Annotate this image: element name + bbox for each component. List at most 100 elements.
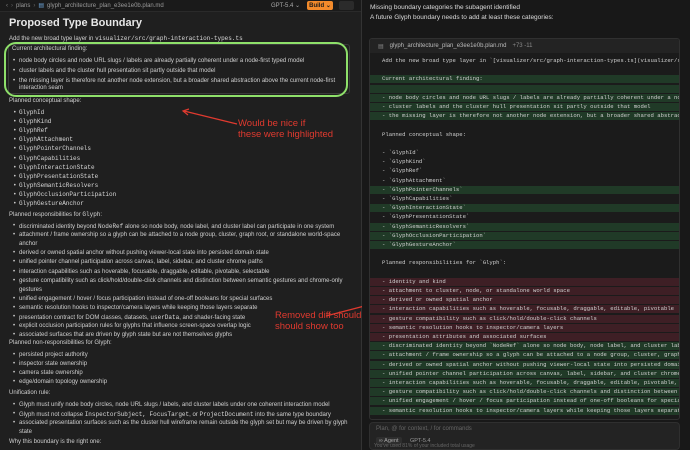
unification-text: into the same type boundary xyxy=(253,412,331,419)
responsibility-code: NodeRef xyxy=(98,223,124,230)
diff-line: Current architectural finding: xyxy=(370,75,679,84)
responsibility-item: presentation contract for DOM classes, d… xyxy=(13,314,246,322)
diff-line: - identity and kind xyxy=(370,277,679,286)
diff-line xyxy=(370,66,679,74)
responsibility-text: attachment / frame ownership so a glyph … xyxy=(19,232,341,239)
diff-line: - derived or owned spatial anchor xyxy=(370,296,679,305)
responsibility-item: derived or owned spatial anchor without … xyxy=(13,250,269,257)
responsibility-item: semantic resolution hooks to inspector/c… xyxy=(13,304,258,312)
diff-line xyxy=(370,269,679,277)
stop-button[interactable] xyxy=(339,1,354,10)
responsibility-text: explicit occlusion participation rules f… xyxy=(19,323,251,330)
diff-line: - gesture compatibility such as click/ho… xyxy=(370,388,679,397)
responsibility-text: gesture compatibility such as click/hold… xyxy=(19,277,343,284)
unification-item: Glyph must not collapse InspectorSubject… xyxy=(13,411,331,419)
responsibility-item: gestures xyxy=(19,287,42,294)
diff-line: - `GlyphCapabilities` xyxy=(382,195,453,202)
responsibility-item: attachment / frame ownership so a glyph … xyxy=(13,232,341,239)
resp-heading-text: Planned responsibilities for xyxy=(9,212,81,218)
annotation-line: should show too xyxy=(275,321,344,332)
unification-item: Glyph must unify node body circles, node… xyxy=(13,402,330,409)
chevron-left-icon[interactable]: ‹ xyxy=(6,3,8,9)
usage-note: You've used 81% of your included total u… xyxy=(374,443,475,449)
responsibility-text: presentation contract for DOM classes, d… xyxy=(19,315,151,321)
breadcrumb-filename[interactable]: glyph_architecture_plan_e3ee1e0b.plan.md xyxy=(47,3,164,9)
shape-item: GlyphPointerChannels xyxy=(13,145,91,152)
diff-line: - interaction capabilities such as hover… xyxy=(370,305,679,314)
responsibility-text: semantic resolution hooks to inspector/c… xyxy=(19,304,258,311)
diff-line: - the missing layer is therefore not ano… xyxy=(370,112,679,121)
diff-card-header[interactable]: ▤ glyph_architecture_plan_e3ee1e0b.plan.… xyxy=(370,39,679,53)
diff-filename[interactable]: glyph_architecture_plan_e3ee1e0b.plan.md xyxy=(390,43,507,49)
model-selector[interactable]: GPT-5.4 ⌄ xyxy=(271,2,300,9)
responsibility-item: gesture compatibility such as click/hold… xyxy=(13,277,343,285)
shape-item: GlyphSemanticResolvers xyxy=(13,182,98,189)
diff-line: - derived or owned spatial anchor withou… xyxy=(370,360,679,369)
responsibility-item: anchor xyxy=(19,241,37,248)
annotation-arrow xyxy=(181,108,238,125)
shape-item: GlyphId xyxy=(13,109,44,116)
responsibility-item: unified pointer channel participation ac… xyxy=(13,259,263,266)
file-icon: ▤ xyxy=(378,43,384,50)
agent-chat-pane: Missing boundary categories the subagent… xyxy=(362,0,690,450)
build-label: Build xyxy=(309,2,325,9)
responsibility-text: discriminated identity beyond xyxy=(19,224,99,230)
diff-line: - `GlyphPointerChannels` xyxy=(370,185,679,194)
diff-line: - node body circles and node URL slugs /… xyxy=(370,93,679,102)
responsibility-text: , and shader-facing state xyxy=(179,315,246,321)
chat-line: A future Glyph boundary needs to add at … xyxy=(370,14,554,21)
model-label: GPT-5.4 xyxy=(271,3,294,9)
responsibility-text: unified pointer channel participation ac… xyxy=(19,259,263,266)
unification-code: ProjectDocument xyxy=(199,411,254,419)
diff-line: - semantic resolution hooks to inspector… xyxy=(370,406,679,415)
why-heading: Why this boundary is the right one: xyxy=(9,439,102,445)
diff-line: - cluster labels and the cluster hull pr… xyxy=(370,103,679,111)
diff-line: - presentation attributes and associated… xyxy=(370,333,679,341)
shape-item: GlyphKind xyxy=(13,118,51,125)
build-button[interactable]: Build ⌄ xyxy=(307,1,333,10)
responsibility-code: userData xyxy=(150,314,180,321)
unification-text: Glyph must unify node body circles, node… xyxy=(19,402,330,408)
responsibility-text: anchor xyxy=(19,241,38,248)
diff-line: - gesture compatibility such as click/ho… xyxy=(370,314,679,323)
chevron-down-icon: ⌄ xyxy=(295,3,301,9)
shape-item: GlyphRef xyxy=(13,127,48,134)
unification-item: associated presentation surfaces such as… xyxy=(13,420,348,427)
file-icon: ▤ xyxy=(38,3,45,9)
resp-heading-code: Glyph xyxy=(82,211,101,218)
diff-line xyxy=(370,250,679,258)
diff-line: - attachment to cluster, node, or standa… xyxy=(370,287,679,295)
responsibility-text: interaction capabilities such as hoverab… xyxy=(19,268,270,275)
diff-line: - attachment / frame ownership so a glyp… xyxy=(370,351,679,360)
chat-line: Missing boundary categories the subagent… xyxy=(370,4,520,11)
responsibility-text: associated surfaces that are driven by g… xyxy=(19,332,233,339)
intro-file-link[interactable]: visualizer/src/graph-interaction-types.t… xyxy=(95,35,243,42)
diff-line: Planned conceptual shape: xyxy=(382,130,466,138)
responsibility-text: unified engagement / hover / focus parti… xyxy=(19,295,273,302)
diff-line: - `GlyphAttachment` xyxy=(382,176,446,184)
unification-text: associated presentation surfaces such as… xyxy=(19,420,348,427)
annotation-highlight-box xyxy=(4,42,348,97)
chevron-right-icon[interactable]: › xyxy=(11,3,13,9)
nonresp-item: edge/domain topology ownership xyxy=(13,379,107,386)
annotation-line: Would be nice if xyxy=(238,118,306,129)
responsibility-text: alone so node body, node label, and clus… xyxy=(123,224,335,230)
diff-line xyxy=(370,140,679,148)
diff-line: - unified pointer channel participation … xyxy=(370,369,679,378)
diff-line xyxy=(370,121,679,129)
diff-line: - discriminated identity beyond `NodeRef… xyxy=(370,342,679,351)
diff-line: - `GlyphKind` xyxy=(382,158,426,166)
diff-line: - `GlyphGestureAnchor` xyxy=(370,241,679,249)
nonresp-item: inspector state ownership xyxy=(13,361,87,368)
breadcrumb-root[interactable]: plans xyxy=(16,3,30,9)
nonresp-heading: Planned non-responsibilities for Glyph: xyxy=(9,340,112,346)
responsibility-text: gestures xyxy=(19,286,43,293)
diff-line: Add the new broad type layer in `[visual… xyxy=(382,57,680,64)
composer-input[interactable]: Plan, @ for context, / for commands xyxy=(376,426,472,432)
page-title: Proposed Type Boundary xyxy=(9,17,143,29)
unification-item: state xyxy=(19,429,32,436)
unification-heading: Unification rule: xyxy=(9,390,51,396)
responsibility-item: discriminated identity beyond NodeRef al… xyxy=(13,223,335,231)
diffstat: +73 -11 xyxy=(512,43,533,49)
diff-line: - `GlyphOcclusionParticipation` xyxy=(370,231,679,240)
